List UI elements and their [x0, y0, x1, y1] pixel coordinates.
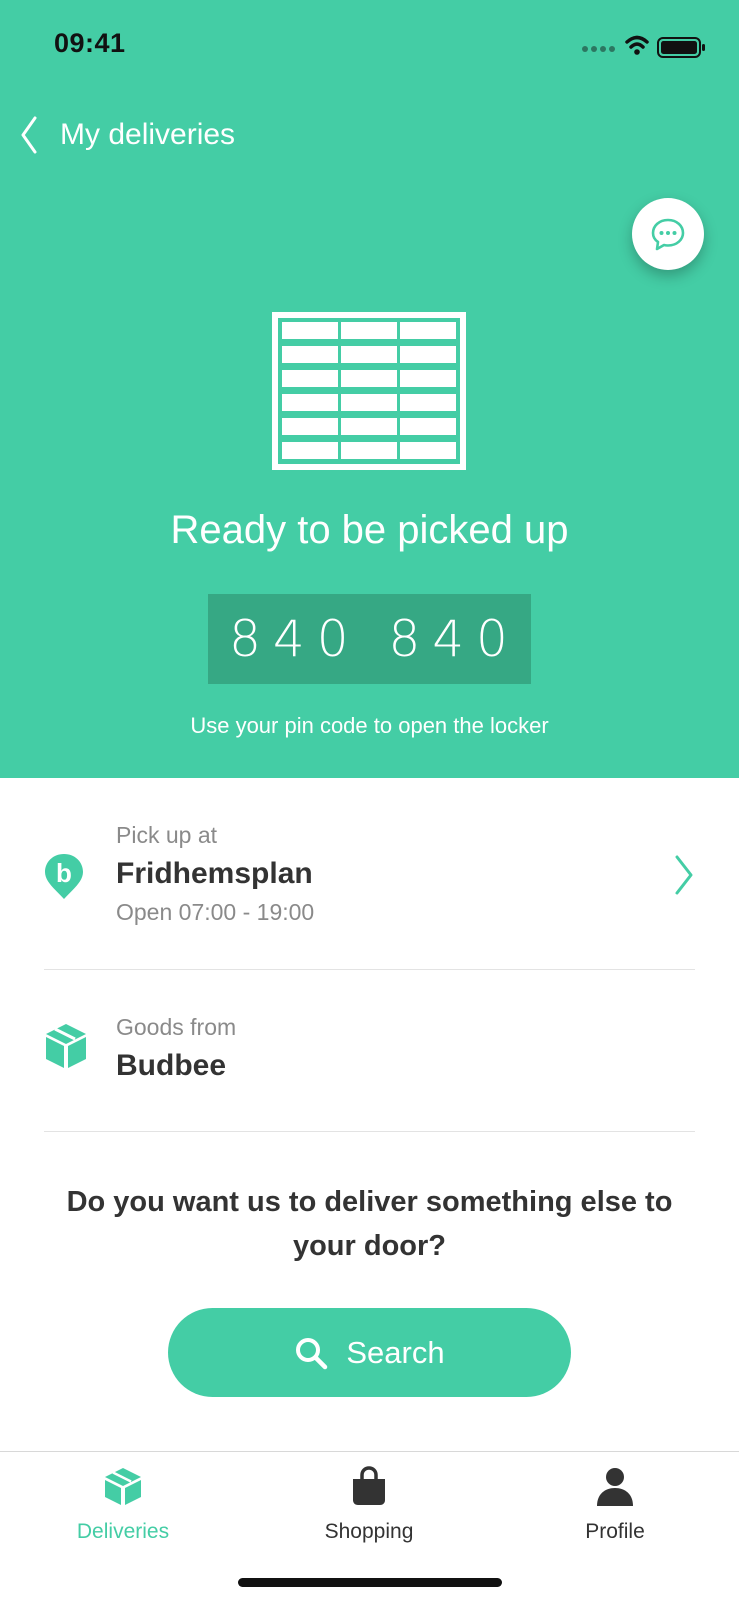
status-time: 09:41: [54, 28, 126, 58]
tab-deliveries[interactable]: Deliveries: [0, 1466, 246, 1544]
locker-cell: [341, 370, 397, 387]
locker-cell: [341, 346, 397, 363]
svg-text:b: b: [56, 858, 72, 888]
goods-merchant: Budbee: [116, 1049, 227, 1082]
nav-bar: My deliveries: [0, 105, 739, 165]
locker-cell: [282, 370, 338, 387]
back-button[interactable]: My deliveries: [20, 105, 235, 165]
locker-cell: [341, 394, 397, 411]
pickup-hours: Open 07:00 - 19:00: [116, 899, 315, 925]
person-icon: [597, 1468, 633, 1506]
home-indicator: [238, 1578, 502, 1587]
tab-shopping-label: Shopping: [324, 1520, 414, 1543]
search-button[interactable]: Search: [168, 1308, 571, 1397]
search-label: Search: [346, 1334, 445, 1370]
chat-button[interactable]: [632, 198, 704, 270]
locker-cell: [400, 322, 456, 339]
locker-cell: [282, 346, 338, 363]
pin-code-box: 840 840: [208, 594, 531, 684]
locker-cell: [282, 322, 338, 339]
wifi-icon: [625, 35, 649, 49]
locker-cell: [400, 418, 456, 435]
chat-bubble-icon: [651, 218, 685, 251]
locker-cell: [400, 346, 456, 363]
search-icon: [296, 1337, 328, 1369]
locker-cell: [400, 394, 456, 411]
package-icon: [46, 1024, 86, 1068]
status-icons: [582, 35, 705, 58]
tab-profile-label: Profile: [585, 1520, 645, 1543]
delivery-status-title: Ready to be picked up: [170, 508, 569, 552]
pickup-location-row[interactable]: b Pick up at Fridhemsplan Open 07:00 - 1…: [44, 822, 695, 970]
wifi-dot: [634, 49, 640, 55]
pickup-label: Pick up at: [116, 822, 217, 848]
pin-hint: Use your pin code to open the locker: [190, 713, 549, 738]
battery-icon: [657, 37, 705, 58]
pin-code: 840 840: [229, 610, 520, 668]
goods-from-row: Goods from Budbee: [44, 1014, 695, 1132]
goods-text: Goods from Budbee: [116, 1014, 236, 1083]
locker-icon: [272, 312, 466, 470]
locker-cell: [341, 418, 397, 435]
tab-shopping[interactable]: Shopping: [246, 1466, 492, 1544]
delivery-prompt: Do you want us to deliver something else…: [66, 1186, 673, 1262]
box-icon: [105, 1468, 141, 1505]
location-pin-icon: b: [45, 854, 83, 899]
pickup-location: Fridhemsplan: [116, 857, 313, 890]
pickup-text: Pick up at Fridhemsplan Open 07:00 - 19:…: [116, 822, 314, 926]
locker-cell: [282, 394, 338, 411]
back-title: My deliveries: [60, 118, 236, 151]
tab-profile[interactable]: Profile: [492, 1466, 738, 1544]
chevron-right-icon: [675, 855, 693, 895]
signal-icon: [582, 46, 615, 52]
bag-icon: [353, 1466, 385, 1505]
locker-cell: [282, 442, 338, 459]
locker-cell: [400, 442, 456, 459]
status-bar: 09:41: [0, 0, 739, 90]
locker-cell: [341, 442, 397, 459]
chevron-left-icon: [21, 116, 37, 154]
goods-label: Goods from: [116, 1014, 237, 1040]
tab-deliveries-label: Deliveries: [76, 1520, 170, 1543]
locker-cell: [341, 322, 397, 339]
locker-cell: [400, 370, 456, 387]
locker-cell: [282, 418, 338, 435]
